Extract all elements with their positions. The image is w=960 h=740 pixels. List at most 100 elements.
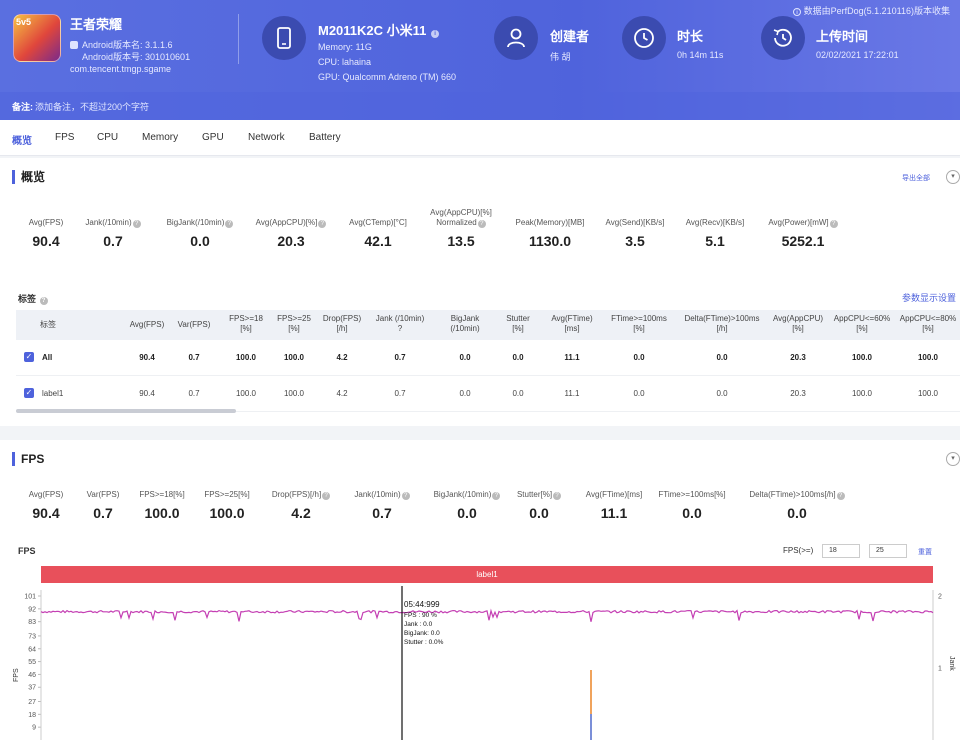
overview-metric-5: Avg(AppCPU)[%] Normalized? 13.5 bbox=[422, 208, 500, 249]
device-cpu: CPU: lahaina bbox=[318, 57, 372, 67]
chart-tooltip: 05:44:999 FPS : 90 % Jank : 0.0 BigJank:… bbox=[404, 600, 444, 646]
table-cell: 100.0 bbox=[283, 353, 305, 362]
duration-value: 0h 14m 11s bbox=[677, 50, 724, 60]
overview-metric-4: Avg(CTemp)[°C] 42.1 bbox=[340, 208, 416, 249]
overview-metric-value: 3.5 bbox=[625, 233, 645, 249]
overview-metric-9: Avg(Power)[mW]? 5252.1 bbox=[760, 208, 846, 249]
fps-chart-title: FPS bbox=[18, 546, 36, 556]
fps-metric-value: 100.0 bbox=[144, 505, 180, 521]
phone-icon bbox=[262, 16, 306, 60]
table-cell: 0.7 bbox=[394, 353, 406, 362]
overview-metric-label: Avg(AppCPU)[%]? bbox=[248, 218, 334, 228]
y2-tick-label: 2 bbox=[938, 594, 942, 601]
tab-overview[interactable]: 概览 bbox=[12, 132, 32, 147]
fps-metric-label: FTime>=100ms[%] bbox=[658, 490, 726, 499]
table-cell: 0.0 bbox=[459, 389, 471, 398]
fps-metric-value: 90.4 bbox=[32, 505, 60, 521]
header-divider bbox=[238, 14, 239, 64]
row-checkbox[interactable]: ✓ bbox=[24, 352, 34, 362]
fps-threshold-18-input[interactable]: 18 bbox=[822, 544, 860, 558]
overview-card: 概览 导出全部 ▾ Avg(FPS) 90.4 Jank(/10min)? 0.7 Bi… bbox=[0, 158, 960, 426]
table-horizontal-scrollbar[interactable] bbox=[16, 409, 236, 413]
y-tick-label: 46 bbox=[28, 672, 36, 679]
reset-link[interactable]: 重置 bbox=[918, 547, 932, 557]
export-all-link[interactable]: 导出全部 bbox=[902, 173, 930, 183]
table-cell: 0.0 bbox=[716, 353, 728, 362]
table-cell: 0.0 bbox=[633, 353, 645, 362]
upload-value: 02/02/2021 17:22:01 bbox=[816, 50, 899, 60]
overview-metric-value: 0.7 bbox=[103, 233, 123, 249]
help-icon[interactable]: ? bbox=[318, 220, 327, 228]
label1-range-bar[interactable]: label1 bbox=[41, 566, 933, 583]
table-header-cell: 标签 bbox=[40, 320, 56, 329]
tab-battery[interactable]: Battery bbox=[309, 132, 341, 143]
y-axis-label: FPS bbox=[13, 668, 20, 682]
fps-metric-label: Delta(FTime)>100ms[/h]? bbox=[740, 490, 854, 500]
y-tick-label: 101 bbox=[24, 594, 36, 601]
remark-field[interactable]: 备注: 添加备注，不超过200个字符 bbox=[0, 92, 960, 120]
row-checkbox[interactable]: ✓ bbox=[24, 388, 34, 398]
fps-metric-7: Stutter[%]? 0.0 bbox=[508, 480, 570, 521]
remark-label: 备注: bbox=[12, 102, 33, 112]
table-cell: 11.1 bbox=[564, 389, 580, 398]
help-icon[interactable]: ? bbox=[322, 492, 331, 500]
tab-fps[interactable]: FPS bbox=[55, 132, 74, 143]
table-cell: 20.3 bbox=[790, 353, 806, 362]
remark-placeholder: 添加备注，不超过200个字符 bbox=[35, 102, 150, 112]
overview-metric-value: 20.3 bbox=[277, 233, 305, 249]
fps-metric-value: 11.1 bbox=[600, 505, 628, 521]
y-tick-label: 83 bbox=[28, 619, 36, 626]
table-cell: 0.7 bbox=[188, 353, 200, 362]
user-icon bbox=[494, 16, 538, 60]
table-cell: 20.3 bbox=[790, 389, 806, 398]
android-icon bbox=[70, 41, 78, 49]
help-icon[interactable]: ? bbox=[401, 492, 410, 500]
y2-axis-label: Jank bbox=[948, 656, 955, 671]
overview-metric-1: Jank(/10min)? 0.7 bbox=[80, 208, 146, 249]
table-header-cell: Stutter [%] bbox=[506, 314, 530, 333]
y-tick-label: 9 bbox=[32, 725, 36, 732]
overview-metric-0: Avg(FPS) 90.4 bbox=[10, 208, 82, 249]
tooltip-bigjank: BigJank: 0.0 bbox=[404, 630, 440, 637]
help-icon[interactable]: ? bbox=[225, 220, 234, 228]
fps-metric-label: BigJank(/10min)? bbox=[424, 490, 510, 500]
help-icon[interactable]: ? bbox=[829, 220, 838, 228]
table-header-cell: Var(FPS) bbox=[177, 320, 211, 329]
app-icon-badge: 5v5 bbox=[16, 17, 32, 27]
tag-section-title: 标签 ? bbox=[18, 292, 48, 305]
fps-metric-5: Jank(/10min)? 0.7 bbox=[344, 480, 420, 521]
fps-section-title: FPS bbox=[12, 452, 44, 466]
creator-label: 创建者 bbox=[550, 29, 590, 44]
fps-metric-label: Var(FPS) bbox=[86, 490, 120, 499]
table-row[interactable]: ✓ label1 90.4 0.7 100.0 100.0 4.2 0.7 0.0 0.0 11.1… bbox=[16, 376, 960, 412]
tab-memory[interactable]: Memory bbox=[142, 132, 178, 143]
overview-collapse-icon[interactable]: ▾ bbox=[946, 170, 960, 184]
table-header-cell: Delta(FTime)>100ms [/h] bbox=[684, 314, 760, 333]
fps-metric-value: 100.0 bbox=[209, 505, 245, 521]
table-cell: 0.7 bbox=[188, 389, 200, 398]
table-row[interactable]: ✓ All 90.4 0.7 100.0 100.0 4.2 0.7 0.0 0.0 11.1 0.0… bbox=[16, 340, 960, 376]
tab-cpu[interactable]: CPU bbox=[97, 132, 118, 143]
help-icon[interactable]: ? bbox=[836, 492, 845, 500]
overview-metric-value: 42.1 bbox=[364, 233, 392, 249]
tab-network[interactable]: Network bbox=[248, 132, 285, 143]
help-icon[interactable]: ? bbox=[492, 492, 501, 500]
help-icon[interactable]: ? bbox=[553, 492, 562, 500]
overview-metric-label: Avg(Power)[mW]? bbox=[760, 218, 846, 228]
overview-metric-6: Peak(Memory)[MB] 1130.0 bbox=[508, 208, 592, 249]
help-icon[interactable]: ? bbox=[132, 220, 141, 228]
fps-metric-label: FPS>=25[%] bbox=[204, 490, 250, 499]
fps-threshold-25-input[interactable]: 25 bbox=[869, 544, 907, 558]
fps-metric-9: FTime>=100ms[%] 0.0 bbox=[650, 480, 734, 521]
overview-metric-label: Peak(Memory)[MB] bbox=[515, 218, 585, 227]
fps-line-chart[interactable]: 101 92 83 73 64 55 46 37 27 18 9 2 1 FPS Jank 05:44… bbox=[0, 586, 960, 740]
fps-metric-value: 0.0 bbox=[457, 505, 477, 521]
tab-gpu[interactable]: GPU bbox=[202, 132, 224, 143]
param-settings-link[interactable]: 参数显示设置 bbox=[902, 291, 956, 304]
help-icon[interactable]: ? bbox=[477, 220, 486, 228]
table-cell: 100.0 bbox=[851, 353, 873, 362]
table-cell: 100.0 bbox=[851, 389, 873, 398]
fps-collapse-icon[interactable]: ▾ bbox=[946, 452, 960, 466]
overview-metric-value: 90.4 bbox=[32, 233, 60, 249]
fps-metric-label: Avg(FTime)[ms] bbox=[585, 490, 643, 499]
